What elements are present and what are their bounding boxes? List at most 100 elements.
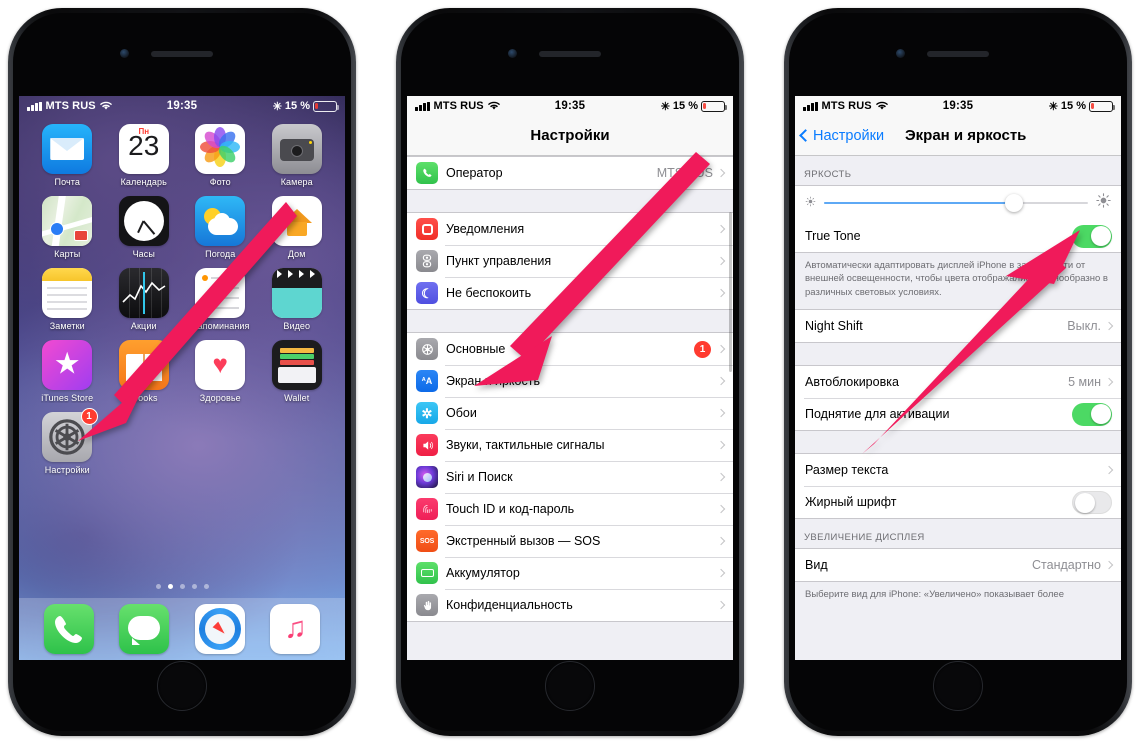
messages-icon[interactable] bbox=[119, 604, 170, 654]
device-bezel: MTS RUS 19:35 ✳ 15 % Настройки Экран и я… bbox=[789, 13, 1127, 731]
settings-row-siri[interactable]: Siri и Поиск bbox=[407, 461, 733, 493]
battery-icon bbox=[1089, 100, 1116, 112]
brightness-slider-row[interactable] bbox=[795, 186, 1121, 220]
stocks-icon bbox=[118, 268, 169, 318]
settings-group-main: Основные 1 AA Экран и яркость ✲ Обои Зву… bbox=[407, 332, 733, 622]
music-icon[interactable]: ♫ bbox=[270, 604, 321, 654]
raise-to-wake-row[interactable]: Поднятие для активации bbox=[795, 398, 1121, 431]
settings-row-control-center[interactable]: Пункт управления bbox=[407, 245, 733, 277]
row-badge: 1 bbox=[694, 340, 711, 358]
general-icon bbox=[416, 338, 438, 360]
home-button[interactable] bbox=[545, 661, 595, 711]
app-label: Wallet bbox=[284, 393, 310, 403]
app-ibooks[interactable]: iBooks bbox=[106, 340, 183, 403]
home-app-icon bbox=[271, 196, 322, 246]
back-button[interactable]: Настройки bbox=[799, 128, 884, 144]
weather-icon bbox=[195, 196, 246, 246]
display-zoom-group: Вид Стандартно bbox=[795, 548, 1121, 583]
app-label: Здоровье bbox=[199, 393, 241, 403]
settings-row-do-not-disturb[interactable]: ☾ Не беспокоить bbox=[407, 277, 733, 309]
auto-lock-row[interactable]: Автоблокировка 5 мин bbox=[795, 366, 1121, 399]
row-label: Автоблокировка bbox=[805, 375, 899, 390]
status-right: ✳ 15 % bbox=[660, 100, 728, 113]
chevron-right-icon bbox=[716, 288, 726, 298]
row-label: Экстренный вызов — SOS bbox=[446, 534, 601, 548]
app-photos[interactable]: Фото bbox=[182, 124, 259, 187]
settings-list[interactable]: Оператор MTS RUS Уведомления Пункт управ… bbox=[407, 156, 733, 660]
row-label: Пункт управления bbox=[446, 254, 552, 268]
brightness-knob[interactable] bbox=[1005, 194, 1024, 212]
night-shift-row[interactable]: Night Shift Выкл. bbox=[795, 310, 1121, 343]
true-tone-toggle[interactable] bbox=[1072, 224, 1112, 248]
view-row[interactable]: Вид Стандартно bbox=[795, 549, 1121, 582]
iphone-device-3: MTS RUS 19:35 ✳ 15 % Настройки Экран и я… bbox=[784, 8, 1132, 736]
text-size-row[interactable]: Размер текста bbox=[795, 454, 1121, 487]
settings-row-sounds[interactable]: Звуки, тактильные сигналы bbox=[407, 429, 733, 461]
health-icon: ♥ bbox=[195, 340, 246, 390]
app-stocks[interactable]: Акции bbox=[106, 268, 183, 331]
raise-to-wake-toggle[interactable] bbox=[1072, 402, 1112, 426]
settings-row-general[interactable]: Основные 1 bbox=[407, 333, 733, 365]
page-dots[interactable] bbox=[19, 584, 345, 598]
settings-row-battery[interactable]: Аккумулятор bbox=[407, 557, 733, 589]
settings-row-wallpaper[interactable]: ✲ Обои bbox=[407, 397, 733, 429]
app-weather[interactable]: Погода bbox=[182, 196, 259, 259]
phone-green-icon bbox=[416, 162, 438, 184]
settings-row-sos[interactable]: SOS Экстренный вызов — SOS bbox=[407, 525, 733, 557]
app-videos[interactable]: Видео bbox=[259, 268, 336, 331]
chevron-right-icon bbox=[716, 256, 726, 266]
settings-row-display-brightness[interactable]: AA Экран и яркость bbox=[407, 365, 733, 397]
home-button[interactable] bbox=[933, 661, 983, 711]
battery-percent-label: 15 % bbox=[1060, 100, 1086, 112]
app-settings[interactable]: 1 Настройки bbox=[29, 408, 106, 475]
calendar-icon: Пн 23 bbox=[118, 124, 169, 174]
bluetooth-icon: ✳ bbox=[660, 100, 670, 113]
wifi-icon bbox=[487, 101, 500, 111]
safari-icon[interactable] bbox=[194, 604, 245, 654]
settings-row-touch-id[interactable]: Touch ID и код-пароль bbox=[407, 493, 733, 525]
row-label: Аккумулятор bbox=[446, 566, 520, 580]
app-label: Заметки bbox=[49, 321, 85, 331]
chevron-right-icon bbox=[716, 344, 726, 354]
list-gap bbox=[407, 190, 733, 212]
bold-text-row[interactable]: Жирный шрифт bbox=[795, 486, 1121, 519]
app-reminders[interactable]: Напоминания bbox=[182, 268, 259, 331]
app-itunes-store[interactable]: ★ iTunes Store bbox=[29, 340, 106, 403]
night-shift-group: Night Shift Выкл. bbox=[795, 309, 1121, 344]
app-notes[interactable]: Заметки bbox=[29, 268, 106, 331]
bold-text-toggle[interactable] bbox=[1072, 490, 1112, 514]
true-tone-row[interactable]: True Tone bbox=[795, 220, 1121, 252]
iphone-device-1: MTS RUS 19:35 ✳ 15 % Почта Пн 23 Календа… bbox=[8, 8, 356, 736]
battery-icon bbox=[416, 562, 438, 584]
display-brightness-icon: AA bbox=[416, 370, 438, 392]
status-bar-2: MTS RUS 19:35 ✳ 15 % bbox=[407, 96, 733, 116]
app-camera[interactable]: Камера bbox=[259, 124, 336, 187]
home-button[interactable] bbox=[157, 661, 207, 711]
app-home[interactable]: Дом bbox=[259, 196, 336, 259]
display-settings-list[interactable]: ЯРКОСТЬ True Tone Автоматически адаптиро… bbox=[795, 156, 1121, 660]
app-health[interactable]: ♥ Здоровье bbox=[182, 340, 259, 403]
scrollbar[interactable] bbox=[729, 212, 732, 372]
page-title: Настройки bbox=[530, 127, 610, 144]
phone-icon[interactable] bbox=[43, 604, 94, 654]
settings-row-notifications[interactable]: Уведомления bbox=[407, 213, 733, 245]
row-label: Размер текста bbox=[805, 463, 889, 478]
settings-row-operator[interactable]: Оператор MTS RUS bbox=[407, 157, 733, 189]
app-clock[interactable]: Часы bbox=[106, 196, 183, 259]
bluetooth-icon: ✳ bbox=[1048, 100, 1058, 113]
row-label: Звуки, тактильные сигналы bbox=[446, 438, 605, 452]
app-wallet[interactable]: Wallet bbox=[259, 340, 336, 403]
view-note: Выберите вид для iPhone: «Увеличено» пок… bbox=[805, 589, 1064, 601]
app-calendar[interactable]: Пн 23 Календарь bbox=[106, 124, 183, 187]
list-gap bbox=[795, 431, 1121, 453]
settings-row-privacy[interactable]: Конфиденциальность bbox=[407, 589, 733, 621]
app-maps[interactable]: Карты bbox=[29, 196, 106, 259]
status-bar-1: MTS RUS 19:35 ✳ 15 % bbox=[19, 96, 345, 116]
row-label: True Tone bbox=[805, 229, 861, 243]
battery-percent-label: 15 % bbox=[672, 100, 698, 112]
row-value: Стандартно bbox=[1032, 558, 1101, 573]
app-mail[interactable]: Почта bbox=[29, 124, 106, 187]
brightness-track[interactable] bbox=[824, 194, 1088, 212]
app-label: Фото bbox=[209, 177, 231, 187]
touch-id-icon bbox=[416, 498, 438, 520]
